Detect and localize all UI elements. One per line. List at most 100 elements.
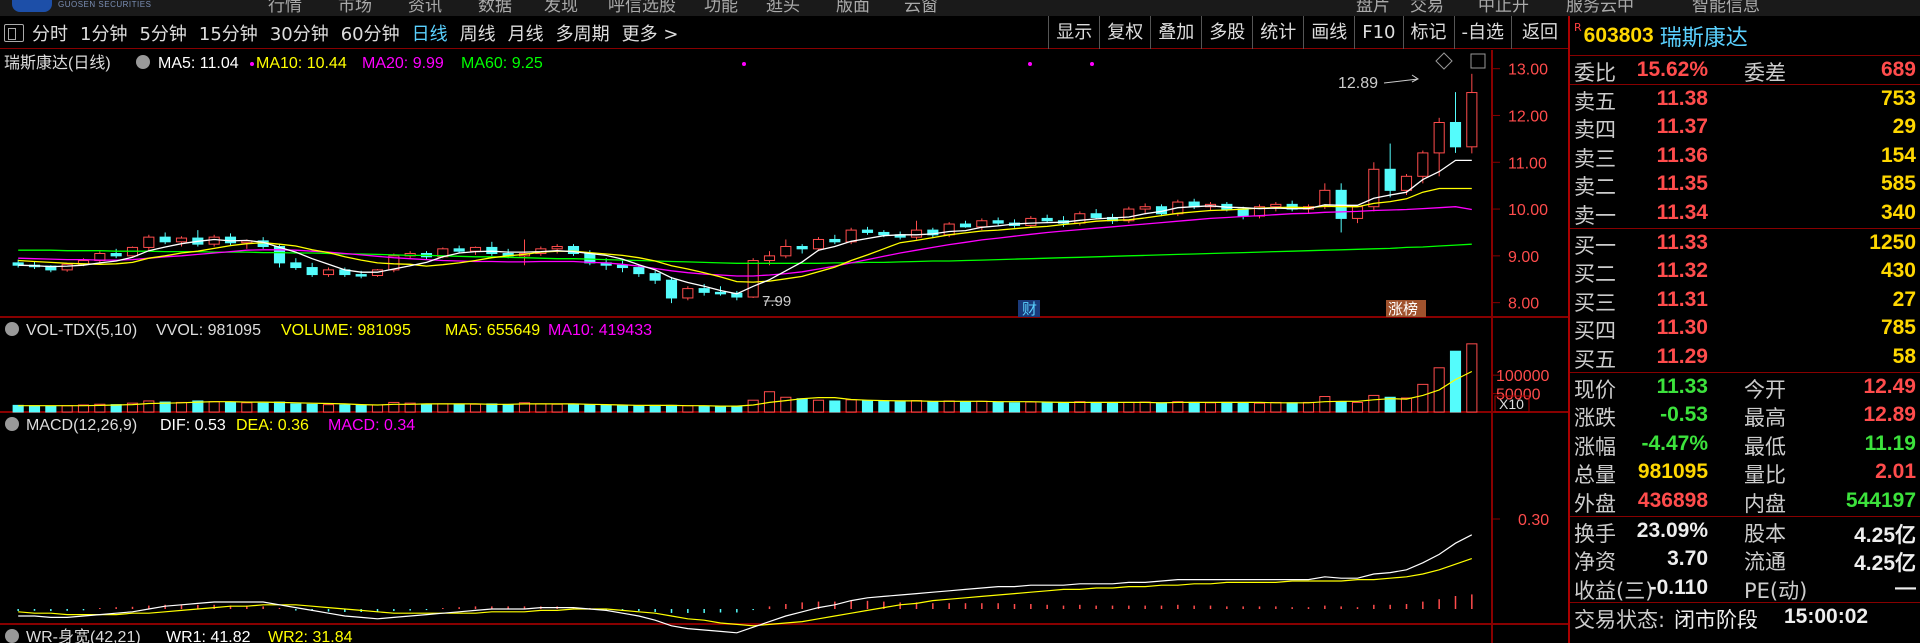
period-60min[interactable]: 60分钟: [341, 20, 400, 46]
period-daily[interactable]: 日线: [412, 20, 448, 46]
bid-volume: 27: [1892, 287, 1916, 311]
period-5min[interactable]: 5分钟: [139, 20, 186, 46]
fundamental-value: 4.25亿: [1854, 523, 1916, 547]
ma60-line: [18, 243, 1472, 264]
draw-line-button[interactable]: 画线: [1303, 16, 1354, 49]
stat-row[interactable]: 总量 981095 量比 2.01: [1570, 458, 1920, 487]
menu-item[interactable]: 功能: [704, 0, 738, 16]
ask-volume: 29: [1892, 115, 1916, 139]
stock-header[interactable]: R 603803 瑞斯康达: [1570, 16, 1920, 56]
display-button[interactable]: 显示: [1048, 16, 1099, 49]
candle-up: [469, 246, 482, 252]
multi-stock-button[interactable]: 多股: [1201, 16, 1252, 49]
stock-chart-app: { "menubar": { "logo_text": "GUOSEN SECU…: [0, 0, 1920, 643]
bid-row[interactable]: 买三 11.31 27: [1570, 286, 1920, 315]
bid-row[interactable]: 买一 11.33 1250: [1570, 229, 1920, 258]
menu-item[interactable]: 盘片: [1356, 0, 1390, 16]
event-dot[interactable]: [1028, 62, 1032, 66]
ask-level-label: 卖四: [1574, 118, 1616, 143]
ask-row[interactable]: 卖三 11.36 154: [1570, 142, 1920, 171]
candle-up: [551, 245, 563, 250]
period-30min[interactable]: 30分钟: [270, 20, 329, 46]
menu-item[interactable]: 市场: [338, 0, 372, 16]
period-15min[interactable]: 15分钟: [199, 20, 258, 46]
candle-up: [1139, 206, 1151, 210]
price-tick-label: 11.00: [1508, 155, 1547, 172]
broker-logo: GUOSEN SECURITIES: [8, 0, 158, 16]
wr-wr2: WR2: 31.84: [268, 629, 353, 643]
menu-item[interactable]: 呼信选股: [608, 0, 676, 16]
menu-item[interactable]: 云窗: [904, 0, 938, 16]
stat-value: -0.53: [1660, 403, 1708, 427]
window-toggle-icon[interactable]: [1470, 53, 1486, 69]
ask-row[interactable]: 卖一 11.34 340: [1570, 199, 1920, 228]
volume-bar-up: [1466, 343, 1478, 413]
period-weekly[interactable]: 周线: [460, 20, 496, 46]
f10-button[interactable]: F10: [1354, 16, 1402, 49]
bid-row[interactable]: 买四 11.30 785: [1570, 314, 1920, 343]
macd-dea-line: [18, 558, 1472, 627]
bid-price: 11.33: [1656, 230, 1708, 254]
stat-row[interactable]: 外盘 436898 内盘 544197: [1570, 487, 1920, 516]
period-minute-time[interactable]: 分时: [32, 20, 68, 46]
legend-dropdown-icon[interactable]: [136, 55, 150, 69]
stat-value: -4.47%: [1641, 431, 1708, 455]
menu-item[interactable]: 资讯: [408, 0, 442, 16]
back-button[interactable]: 返回: [1511, 16, 1568, 49]
fundamental-row[interactable]: 换手 23.09% 股本 4.25亿: [1570, 517, 1920, 547]
bid-row[interactable]: 买五 11.29 58: [1570, 343, 1920, 372]
period-more[interactable]: 更多 >: [622, 20, 679, 46]
menu-item[interactable]: 数据: [478, 0, 512, 16]
fundamental-row[interactable]: 收益(三) -0.110 PE(动) —: [1570, 574, 1920, 603]
stat-label: 涨幅: [1574, 434, 1616, 459]
volume-bar-down: [355, 404, 367, 413]
event-dot[interactable]: [250, 62, 254, 66]
panel-toggle-icon[interactable]: [4, 23, 24, 42]
volume-bar-up: [1123, 401, 1135, 413]
stat-row[interactable]: 涨幅 -4.47% 最低 11.19: [1570, 430, 1920, 459]
vol-ma10: MA10: 419433: [548, 322, 652, 339]
ask-row[interactable]: 卖二 11.35 585: [1570, 170, 1920, 199]
menu-item[interactable]: 中止开: [1478, 0, 1529, 16]
diamond-icon[interactable]: [1435, 52, 1453, 70]
menu-item[interactable]: 交易: [1410, 0, 1444, 16]
event-dot[interactable]: [1090, 62, 1094, 66]
wr-dropdown-icon[interactable]: [5, 629, 19, 643]
overlay-button[interactable]: 叠加: [1150, 16, 1201, 49]
volume-bar-down: [584, 404, 596, 413]
vol-dropdown-icon[interactable]: [5, 322, 19, 336]
macd-dropdown-icon[interactable]: [5, 417, 19, 431]
candle-up: [763, 255, 776, 262]
finance-marker-label: 财: [1022, 301, 1037, 318]
trade-status-value: 闭市阶段: [1674, 608, 1758, 633]
volume-bar-up: [910, 400, 923, 413]
menu-item[interactable]: 逛头: [766, 0, 800, 16]
ask-row[interactable]: 卖五 11.38 753: [1570, 85, 1920, 114]
adjust-button[interactable]: 复权: [1099, 16, 1150, 49]
kline-chart[interactable]: 瑞斯康达(日线) MA5: 11.04 MA10: 10.44 MA20: 9.…: [0, 50, 1568, 643]
kline-chart-area[interactable]: 瑞斯康达(日线) MA5: 11.04 MA10: 10.44 MA20: 9.…: [0, 50, 1568, 643]
period-multi[interactable]: 多周期: [556, 20, 610, 46]
stat-row[interactable]: 涨跌 -0.53 最高 12.89: [1570, 401, 1920, 430]
event-dot[interactable]: [742, 62, 746, 66]
menu-item[interactable]: 版面: [836, 0, 870, 16]
stock-code: 603803: [1583, 23, 1654, 47]
menu-item[interactable]: 服务云中: [1566, 0, 1634, 16]
volume-bar-down: [992, 401, 1004, 413]
stat-row[interactable]: 现价 11.33 今开 12.49: [1570, 373, 1920, 402]
statistics-button[interactable]: 统计: [1252, 16, 1303, 49]
period-monthly[interactable]: 月线: [508, 20, 544, 46]
menu-item[interactable]: 发现: [544, 0, 578, 16]
period-1min[interactable]: 1分钟: [80, 20, 127, 46]
stat-value: 436898: [1637, 488, 1708, 512]
remove-watchlist-button[interactable]: -自选: [1453, 16, 1512, 49]
bid-row[interactable]: 买二 11.32 430: [1570, 257, 1920, 286]
fundamental-row[interactable]: 净资 3.70 流通 4.25亿: [1570, 545, 1920, 575]
mark-button[interactable]: 标记: [1402, 16, 1454, 49]
volume-bar-up: [322, 404, 335, 413]
candle-down: [159, 236, 171, 243]
ask-volume: 340: [1880, 200, 1916, 224]
menu-item[interactable]: 智能信息: [1692, 0, 1760, 16]
menu-item[interactable]: 行情: [268, 0, 302, 16]
ask-row[interactable]: 卖四 11.37 29: [1570, 113, 1920, 142]
